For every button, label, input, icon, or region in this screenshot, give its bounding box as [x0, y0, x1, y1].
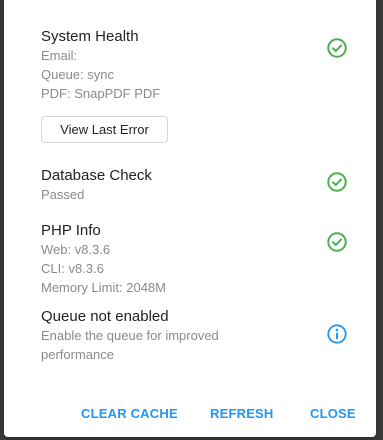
php-info-memory-limit: Memory Limit: 2048M	[41, 280, 166, 295]
database-check-title: Database Check	[41, 167, 152, 184]
database-check-section: Database Check Passed	[41, 166, 348, 204]
queue-message-line-2: performance	[41, 347, 114, 362]
php-info-cli: CLI: v8.3.6	[41, 261, 104, 276]
php-info-title: PHP Info	[41, 222, 101, 239]
queue-section: Queue not enabled Enable the queue for i…	[41, 307, 348, 364]
check-circle-icon	[327, 232, 347, 252]
view-last-error-button[interactable]: View Last Error	[41, 116, 168, 143]
clear-cache-button[interactable]: CLEAR CACHE	[81, 400, 178, 428]
php-info-section: PHP Info Web: v8.3.6 CLI: v8.3.6 Memory …	[41, 221, 348, 297]
system-health-section: System Health Email: Queue: sync PDF: Sn…	[41, 27, 348, 103]
queue-title: Queue not enabled	[41, 308, 169, 325]
system-health-email: Email:	[41, 48, 78, 63]
check-circle-icon	[327, 38, 347, 58]
database-check-status: Passed	[41, 187, 85, 202]
system-health-queue: Queue: sync	[41, 67, 114, 82]
system-health-title: System Health	[41, 28, 139, 45]
php-info-web: Web: v8.3.6	[41, 242, 111, 257]
info-circle-icon	[327, 324, 347, 344]
refresh-button[interactable]: REFRESH	[210, 400, 274, 428]
system-health-dialog: System Health Email: Queue: sync PDF: Sn…	[4, 0, 376, 437]
close-button[interactable]: CLOSE	[310, 400, 356, 428]
check-circle-icon	[327, 172, 347, 192]
system-health-pdf: PDF: SnapPDF PDF	[41, 86, 161, 101]
queue-message-line-1: Enable the queue for improved	[41, 328, 219, 343]
